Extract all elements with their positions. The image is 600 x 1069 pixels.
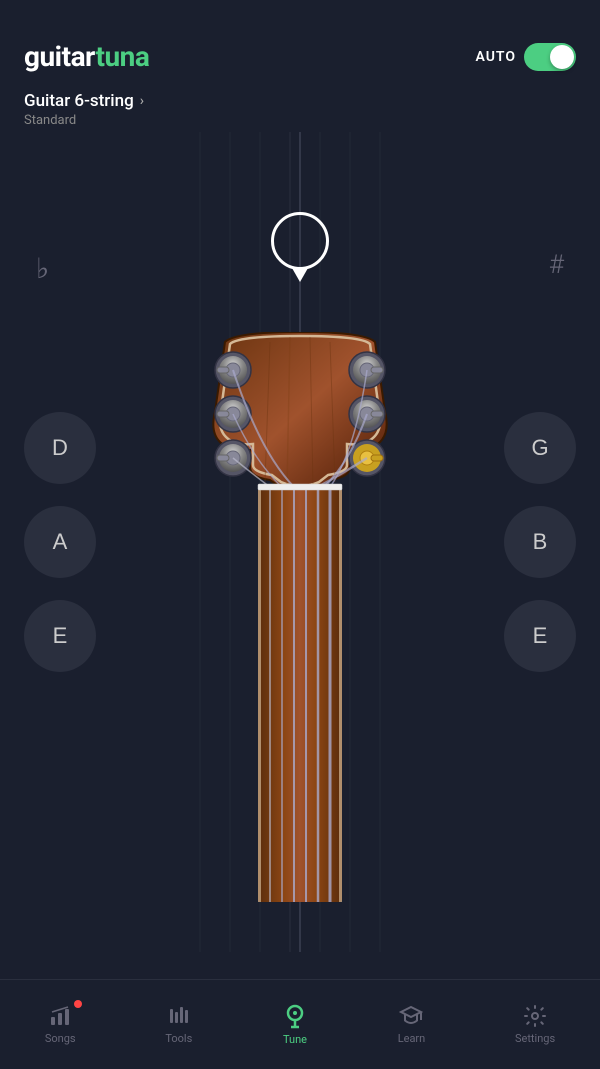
string-button-A[interactable]: A: [24, 506, 96, 578]
string-button-E-high[interactable]: E: [504, 600, 576, 672]
learn-label: Learn: [398, 1032, 426, 1045]
settings-icon: [523, 1004, 547, 1028]
needle-point: [292, 268, 308, 282]
nav-item-tools[interactable]: Tools: [145, 994, 212, 1055]
chevron-right-icon: ›: [140, 93, 144, 109]
nav-item-songs[interactable]: Songs: [25, 994, 96, 1055]
settings-label: Settings: [515, 1032, 555, 1045]
string-button-D[interactable]: D: [24, 412, 96, 484]
instrument-name-text: Guitar 6-string: [24, 91, 134, 111]
songs-icon: [48, 1004, 72, 1028]
tuner-area: ♭ #: [0, 132, 600, 952]
nav-item-learn[interactable]: Learn: [378, 994, 446, 1055]
app-logo: guitartuna: [24, 40, 149, 73]
nav-item-tune[interactable]: Tune: [262, 993, 328, 1056]
logo-tuna: tuna: [95, 40, 149, 73]
string-button-G[interactable]: G: [504, 412, 576, 484]
flat-indicator: ♭: [36, 252, 49, 285]
tools-label: Tools: [165, 1032, 192, 1045]
left-string-buttons: D A E: [24, 412, 96, 672]
string-button-E-low[interactable]: E: [24, 600, 96, 672]
notification-dot: [74, 1000, 82, 1008]
right-string-buttons: G B E: [504, 412, 576, 672]
tuning-needle: [271, 212, 329, 282]
auto-toggle-switch[interactable]: [524, 43, 576, 71]
logo-guitar: guitar: [24, 40, 95, 73]
instrument-name[interactable]: Guitar 6-string ›: [24, 91, 576, 111]
guitar-headstock: [150, 332, 450, 906]
songs-label: Songs: [45, 1032, 76, 1045]
string-button-B[interactable]: B: [504, 506, 576, 578]
auto-toggle-container[interactable]: AUTO: [476, 43, 577, 71]
nav-item-settings[interactable]: Settings: [495, 994, 575, 1055]
tune-icon: [282, 1003, 308, 1029]
auto-label: AUTO: [476, 49, 517, 65]
toggle-thumb: [550, 45, 574, 69]
bottom-navigation: Songs Tools Tune Learn: [0, 979, 600, 1069]
header: guitartuna AUTO: [0, 0, 600, 83]
sharp-indicator: #: [549, 250, 564, 280]
tune-label: Tune: [283, 1033, 307, 1046]
tools-icon: [167, 1004, 191, 1028]
tuning-name: Standard: [24, 113, 576, 128]
instrument-selector[interactable]: Guitar 6-string › Standard: [0, 83, 600, 132]
tuning-circle: [271, 212, 329, 270]
learn-icon: [399, 1004, 423, 1028]
